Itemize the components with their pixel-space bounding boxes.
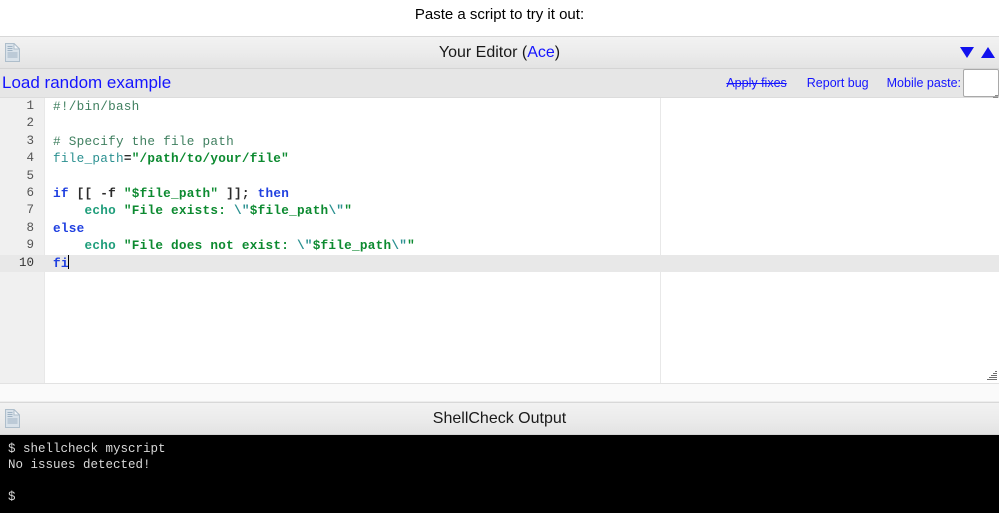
token-fn: echo (84, 203, 115, 218)
code-line[interactable]: 10 fi (0, 255, 999, 272)
line-number: 9 (0, 237, 34, 254)
editor-title-suffix: ) (555, 44, 560, 61)
line-text[interactable]: echo "File does not exist: \"$file_path\… (53, 237, 415, 254)
token-fn: echo (84, 238, 115, 253)
triangle-down-icon[interactable] (960, 47, 974, 58)
token-plain (116, 238, 124, 253)
terminal-line: $ (8, 489, 991, 505)
mobile-paste-label: Mobile paste: (879, 69, 961, 97)
code-line[interactable]: 2 (0, 115, 999, 132)
line-number: 4 (0, 150, 34, 167)
token-str: $file_path (313, 238, 392, 253)
line-text[interactable]: else (53, 220, 84, 237)
text-cursor (68, 255, 69, 269)
token-plain (116, 203, 124, 218)
token-str: "/path/to/your/file" (132, 151, 289, 166)
token-plain: [[ -f (69, 186, 124, 201)
line-text[interactable]: if [[ -f "$file_path" ]]; then (53, 185, 289, 202)
token-esc: \" (391, 238, 407, 253)
apply-fixes-link[interactable]: Apply fixes (716, 69, 796, 97)
editor-toolbar-actions: Apply fixes Report bug Mobile paste: (716, 69, 999, 97)
token-str: "File exists: (124, 203, 234, 218)
code-line[interactable]: 9 echo "File does not exist: \"$file_pat… (0, 237, 999, 254)
token-kw: if (53, 186, 69, 201)
editor-title: Your Editor (Ace) (0, 37, 999, 68)
token-str: $file_path (250, 203, 329, 218)
line-number: 8 (0, 220, 34, 237)
token-var: file_path (53, 151, 124, 166)
line-number: 6 (0, 185, 34, 202)
ace-code-editor[interactable]: 1 #!/bin/bash 23 # Specify the file path 4 fi… (0, 98, 999, 384)
editor-title-prefix: Your Editor ( (439, 44, 527, 61)
editor-resize-grip[interactable] (986, 370, 997, 381)
code-line[interactable]: 8 else (0, 220, 999, 237)
code-line[interactable]: 7 echo "File exists: \"$file_path\"" (0, 202, 999, 219)
line-text[interactable]: # Specify the file path (53, 133, 234, 150)
token-op: = (124, 151, 132, 166)
editor-toolbar: Load random example Apply fixes Report b… (0, 69, 999, 98)
token-comment: #!/bin/bash (53, 99, 140, 114)
shellcheck-terminal-output: $ shellcheck myscriptNo issues detected!… (0, 435, 999, 513)
line-number: 10 (0, 255, 34, 272)
code-line[interactable]: 1 #!/bin/bash (0, 98, 999, 115)
code-line[interactable]: 4 file_path="/path/to/your/file" (0, 150, 999, 167)
token-esc: \" (234, 203, 250, 218)
token-str: " (344, 203, 352, 218)
token-kw: else (53, 221, 84, 236)
line-number: 2 (0, 115, 34, 132)
token-str: " (407, 238, 415, 253)
output-titlebar: ShellCheck Output (0, 402, 999, 435)
output-title: ShellCheck Output (0, 403, 999, 434)
page-title: Paste a script to try it out: (0, 0, 999, 36)
active-line-highlight (0, 255, 999, 272)
line-text[interactable]: file_path="/path/to/your/file" (53, 150, 289, 167)
line-number: 5 (0, 168, 34, 185)
terminal-line (8, 473, 991, 489)
ace-link[interactable]: Ace (527, 44, 555, 61)
editor-titlebar: Your Editor (Ace) (0, 36, 999, 69)
line-text[interactable]: #!/bin/bash (53, 98, 140, 115)
mobile-paste-input[interactable] (963, 69, 999, 97)
output-panel: ShellCheck Output $ shellcheck myscriptN… (0, 402, 999, 513)
line-number: 7 (0, 202, 34, 219)
token-kw: then (258, 186, 289, 201)
ace-code-content[interactable]: 1 #!/bin/bash 23 # Specify the file path 4 fi… (0, 98, 999, 383)
line-number: 3 (0, 133, 34, 150)
editor-titlebar-controls (960, 37, 995, 68)
triangle-up-icon[interactable] (981, 47, 995, 58)
report-bug-link[interactable]: Report bug (797, 69, 879, 97)
code-line[interactable]: 3 # Specify the file path (0, 133, 999, 150)
token-kw: fi (53, 256, 69, 271)
token-plain: ]]; (218, 186, 257, 201)
editor-panel: Your Editor (Ace) Load random example Ap… (0, 36, 999, 384)
code-line[interactable]: 6 if [[ -f "$file_path" ]]; then (0, 185, 999, 202)
line-text[interactable]: echo "File exists: \"$file_path\"" (53, 202, 352, 219)
token-str: "$file_path" (124, 186, 218, 201)
load-random-example-link[interactable]: Load random example (2, 69, 171, 97)
line-number: 1 (0, 98, 34, 115)
token-esc: \" (297, 238, 313, 253)
token-comment: # Specify the file path (53, 134, 234, 149)
code-line[interactable]: 5 (0, 168, 999, 185)
terminal-line: No issues detected! (8, 457, 991, 473)
terminal-line: $ shellcheck myscript (8, 441, 991, 457)
token-plain (53, 238, 84, 253)
panel-separator (0, 384, 999, 402)
token-plain (53, 203, 84, 218)
line-text[interactable]: fi (53, 255, 69, 272)
token-esc: \" (328, 203, 344, 218)
token-str: "File does not exist: (124, 238, 297, 253)
